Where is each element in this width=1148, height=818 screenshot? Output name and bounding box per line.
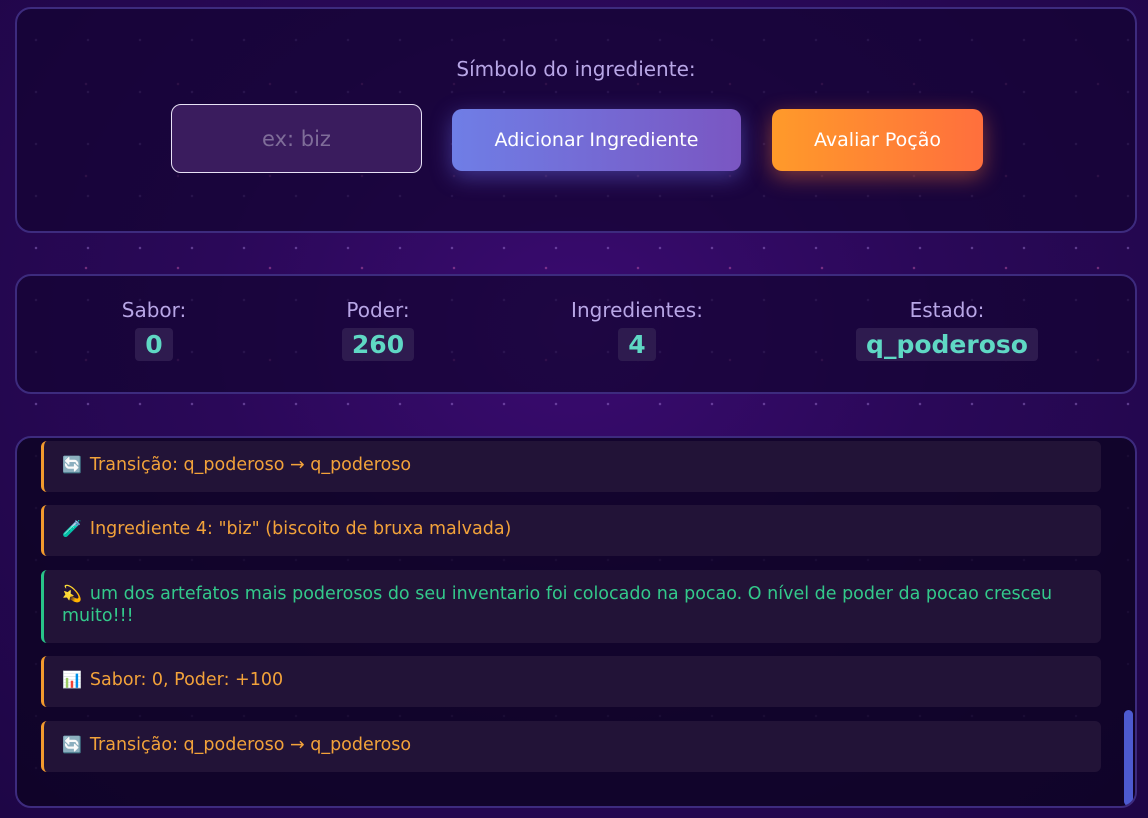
stat-sabor: Sabor: 0 bbox=[117, 298, 191, 361]
transition-icon: 🔄 bbox=[62, 455, 82, 474]
test-tube-icon: 🧪 bbox=[62, 519, 82, 538]
bar-chart-icon: 📊 bbox=[62, 670, 82, 689]
stat-poder-label: Poder: bbox=[346, 298, 410, 322]
log-entry-text: Transição: q_poderoso → q_poderoso bbox=[89, 735, 412, 755]
log-entry: 🔄 Transição: q_poderoso → q_poderoso bbox=[41, 441, 1101, 492]
log-entry-text: Ingrediente 4: "biz" (biscoito de bruxa … bbox=[89, 519, 512, 539]
stat-ingredientes-value: 4 bbox=[618, 328, 656, 361]
log-entry: 🧪 Ingrediente 4: "biz" (biscoito de bruxa… bbox=[41, 505, 1101, 556]
stat-poder-value: 260 bbox=[341, 328, 415, 361]
log-entry-text: Transição: q_poderoso → q_poderoso bbox=[89, 455, 412, 475]
stat-sabor-value: 0 bbox=[135, 328, 173, 361]
stat-estado-label: Estado: bbox=[909, 298, 985, 322]
log-entry: 📊 Sabor: 0, Poder: +100 bbox=[41, 656, 1101, 707]
ingredient-symbol-input[interactable] bbox=[171, 104, 422, 173]
log-entry: 🔄 Transição: q_poderoso → q_poderoso bbox=[41, 721, 1101, 772]
ingredient-symbol-label: Símbolo do ingrediente: bbox=[456, 57, 696, 81]
ingredient-input-panel: Símbolo do ingrediente: Adicionar Ingred… bbox=[15, 7, 1137, 233]
log-entry-success: 💫 um dos artefatos mais poderosos do seu … bbox=[41, 570, 1101, 643]
transition-icon: 🔄 bbox=[62, 735, 82, 754]
log-entry-text: um dos artefatos mais poderosos do seu i… bbox=[62, 584, 1053, 626]
potion-stats-panel: Sabor: 0 Poder: 260 Ingredientes: 4 Esta… bbox=[15, 274, 1137, 394]
log-entry-text: Sabor: 0, Poder: +100 bbox=[89, 670, 284, 690]
stat-poder: Poder: 260 bbox=[332, 298, 424, 361]
dizzy-star-icon: 💫 bbox=[62, 584, 82, 603]
stat-ingredientes: Ingredientes: 4 bbox=[557, 298, 717, 361]
log-scrollbar-thumb[interactable] bbox=[1124, 710, 1133, 806]
add-ingredient-button[interactable]: Adicionar Ingrediente bbox=[452, 109, 741, 171]
event-log-panel[interactable]: 🔄 Transição: q_poderoso → q_poderoso 🧪 Ing… bbox=[15, 436, 1137, 808]
evaluate-potion-button[interactable]: Avaliar Poção bbox=[772, 109, 983, 171]
stat-sabor-label: Sabor: bbox=[121, 298, 187, 322]
stat-estado: Estado: q_poderoso bbox=[852, 298, 1042, 361]
stat-ingredientes-label: Ingredientes: bbox=[571, 298, 703, 322]
stat-estado-value: q_poderoso bbox=[856, 328, 1038, 361]
